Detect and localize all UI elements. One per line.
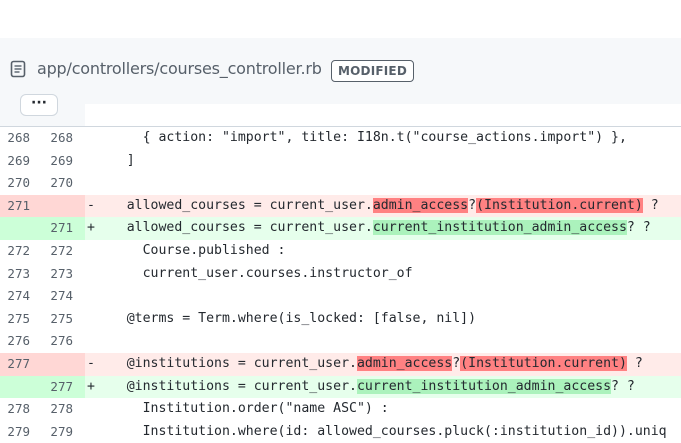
new-line-number[interactable]: 278	[43, 398, 73, 421]
diff-line: 276 276	[0, 330, 681, 353]
code-token: { action: "import", title: I18n.t("cours…	[94, 130, 627, 145]
code-token: @terms = Term.where(is_locked: [false, n…	[94, 310, 477, 326]
code-text: Institution.order("name ASC") :	[85, 398, 681, 421]
code-token: ?	[642, 197, 659, 213]
diff-line: 270 270	[0, 172, 681, 195]
old-line-number[interactable]	[0, 217, 30, 240]
diff-marker: -	[87, 197, 95, 213]
diff-line: 269 269 ]	[0, 150, 681, 173]
diff-line: 272 272 Course.published :	[0, 240, 681, 263]
changed-token: (Institution.current)	[460, 355, 627, 371]
file-path[interactable]: app/controllers/courses_controller.rb	[37, 59, 322, 78]
old-line-number[interactable]: 269	[0, 150, 30, 173]
old-line-number[interactable]: 270	[0, 172, 30, 195]
file-icon[interactable]	[10, 60, 26, 78]
diff-marker: -	[87, 355, 95, 371]
new-line-number[interactable]: 272	[43, 240, 73, 263]
code-token: current_user.courses.instructor_of	[94, 265, 413, 281]
expander-row	[0, 104, 681, 127]
code-token: @institutions = current_user.	[94, 355, 357, 371]
code-token: ? ?	[611, 378, 635, 394]
diff-body: 268 268 { action: "import", title: I18n.t…	[0, 127, 681, 443]
changed-token: current_institution_admin_access	[372, 220, 627, 236]
new-line-number[interactable]: 273	[43, 263, 73, 286]
old-line-number[interactable]: 272	[0, 240, 30, 263]
changed-token: (Institution.current)	[476, 197, 643, 213]
old-line-number[interactable]: 275	[0, 308, 30, 331]
old-line-number[interactable]: 268	[0, 127, 30, 150]
code-token: ? ?	[626, 220, 651, 236]
diff-line: 275 275 @terms = Term.where(is_locked: [f…	[0, 308, 681, 331]
new-line-number[interactable]: 270	[43, 172, 73, 195]
diff-marker: +	[87, 220, 95, 236]
code-text: @terms = Term.where(is_locked: [false, n…	[85, 308, 681, 331]
code-text: + @institutions = current_user.current_i…	[85, 375, 681, 399]
diff-line: 278 278 Institution.order("name ASC") :	[0, 398, 681, 421]
old-line-number[interactable]: 279	[0, 421, 30, 443]
code-token: allowed_courses = current_user.	[94, 197, 373, 213]
changed-token: admin_access	[356, 355, 453, 371]
code-text: - @institutions = current_user.admin_acc…	[85, 352, 681, 376]
old-line-number[interactable]: 271	[0, 195, 30, 218]
code-text: + allowed_courses = current_user.current…	[85, 217, 681, 240]
new-line-number[interactable]	[43, 195, 73, 218]
code-token: ?	[452, 355, 461, 371]
code-token: Course.published :	[94, 242, 286, 258]
changed-token: admin_access	[372, 197, 469, 213]
code-token: ?	[626, 355, 643, 371]
old-line-number[interactable]: 274	[0, 285, 30, 308]
new-line-number[interactable]	[43, 353, 73, 376]
code-token: Institution.where(id: allowed_courses.pl…	[94, 423, 667, 439]
new-line-number[interactable]: 277	[43, 376, 73, 399]
old-line-number[interactable]	[0, 376, 30, 399]
old-line-number[interactable]: 276	[0, 330, 30, 353]
diff-marker: +	[87, 378, 95, 394]
code-text: current_user.courses.instructor_of	[85, 263, 681, 286]
diff-line: 279 279 Institution.where(id: allowed_cou…	[0, 421, 681, 443]
code-token: Institution.order("name ASC") :	[94, 401, 389, 417]
new-line-number[interactable]: 279	[43, 421, 73, 443]
diff-line: 274 274	[0, 285, 681, 308]
status-badge: MODIFIED	[331, 60, 414, 82]
diff-line-added: 271 + allowed_courses = current_user.curr…	[0, 217, 681, 240]
new-line-number[interactable]: 275	[43, 308, 73, 331]
expand-context-button[interactable]: ···	[20, 94, 58, 116]
new-line-number[interactable]: 276	[43, 330, 73, 353]
diff-line-deleted: 277 - @institutions = current_user.admin_…	[0, 352, 681, 376]
code-token: allowed_courses = current_user.	[94, 220, 373, 236]
code-text: { action: "import", title: I18n.t("cours…	[85, 127, 681, 150]
old-line-number[interactable]: 277	[0, 353, 30, 376]
new-line-number[interactable]: 269	[43, 150, 73, 173]
old-line-number[interactable]: 278	[0, 398, 30, 421]
code-token: ]	[94, 152, 135, 168]
diff-line-deleted: 271 - allowed_courses = current_user.admi…	[0, 194, 681, 218]
changed-token: current_institution_admin_access	[356, 378, 612, 394]
new-line-number[interactable]: 274	[43, 285, 73, 308]
code-text: Institution.where(id: allowed_courses.pl…	[85, 421, 681, 443]
diff-line-added: 277 + @institutions = current_user.curren…	[0, 375, 681, 399]
code-text: Course.published :	[85, 240, 681, 263]
file-header: app/controllers/courses_controller.rb MO…	[0, 38, 681, 104]
code-token: @institutions = current_user.	[94, 378, 357, 394]
diff-line: 268 268 { action: "import", title: I18n.t…	[0, 127, 681, 150]
code-token: ?	[468, 197, 477, 213]
code-text: - allowed_courses = current_user.admin_a…	[85, 194, 681, 218]
diff-line: 273 273 current_user.courses.instructor_o…	[0, 263, 681, 286]
new-line-number[interactable]: 268	[43, 127, 73, 150]
code-text: ]	[85, 150, 681, 173]
top-strip	[0, 0, 681, 39]
new-line-number[interactable]: 271	[43, 217, 73, 240]
old-line-number[interactable]: 273	[0, 263, 30, 286]
